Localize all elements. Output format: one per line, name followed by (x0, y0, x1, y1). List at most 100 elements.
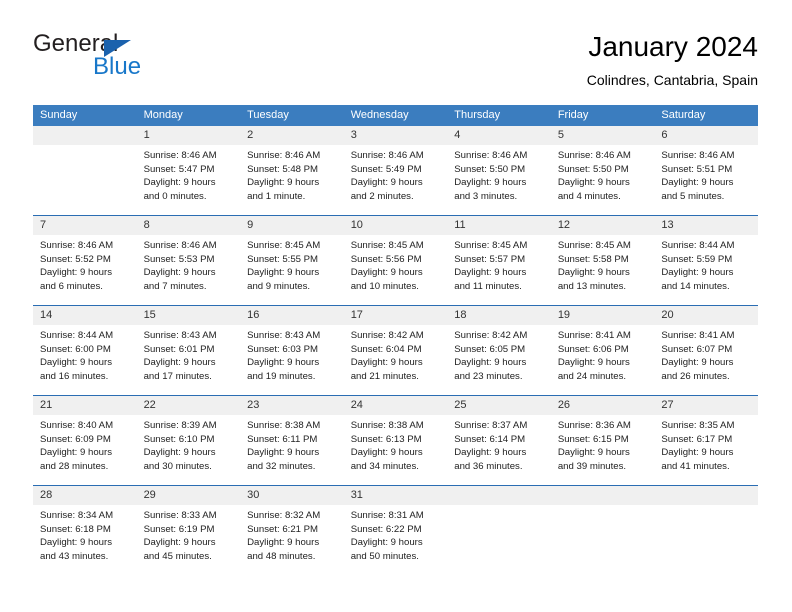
day-cell[interactable]: 22 Sunrise: 8:39 AM Sunset: 6:10 PM Dayl… (136, 395, 241, 486)
day-number: 15 (136, 306, 241, 325)
title-block: January 2024 Colindres, Cantabria, Spain (587, 30, 758, 90)
day-cell[interactable]: 29 Sunrise: 8:33 AM Sunset: 6:19 PM Dayl… (136, 485, 241, 575)
day-cell[interactable] (33, 126, 137, 216)
day-number: 7 (33, 216, 137, 235)
day-cell[interactable] (550, 485, 655, 575)
day-cell[interactable]: 20 Sunrise: 8:41 AM Sunset: 6:07 PM Dayl… (654, 305, 758, 396)
daylight-text-line2: and 6 minutes. (40, 280, 103, 292)
day-number: 26 (550, 396, 655, 415)
sunset-text: Sunset: 5:53 PM (143, 253, 215, 265)
sunrise-text: Sunrise: 8:45 AM (247, 240, 321, 251)
day-info: Sunrise: 8:45 AM Sunset: 5:55 PM Dayligh… (240, 235, 344, 293)
daylight-text-line2: and 0 minutes. (143, 190, 207, 202)
daylight-text-line2: and 13 minutes. (557, 280, 627, 292)
sunrise-text: Sunrise: 8:44 AM (661, 240, 735, 251)
day-cell[interactable]: 27 Sunrise: 8:35 AM Sunset: 6:17 PM Dayl… (654, 395, 758, 486)
sunrise-text: Sunrise: 8:39 AM (143, 420, 217, 431)
sunset-text: Sunset: 6:21 PM (247, 523, 319, 535)
day-cell[interactable]: 12 Sunrise: 8:45 AM Sunset: 5:58 PM Dayl… (550, 215, 655, 306)
day-number: 27 (654, 396, 758, 415)
day-cell[interactable]: 6 Sunrise: 8:46 AM Sunset: 5:51 PM Dayli… (654, 126, 758, 216)
calendar-week-row: 14 Sunrise: 8:44 AM Sunset: 6:00 PM Dayl… (33, 305, 758, 396)
day-cell[interactable]: 4 Sunrise: 8:46 AM Sunset: 5:50 PM Dayli… (447, 126, 551, 216)
sunrise-text: Sunrise: 8:44 AM (40, 330, 114, 341)
day-info (447, 505, 551, 509)
day-cell[interactable]: 19 Sunrise: 8:41 AM Sunset: 6:06 PM Dayl… (550, 305, 655, 396)
daylight-text-line1: Daylight: 9 hours (247, 177, 320, 188)
sunrise-text: Sunrise: 8:40 AM (40, 420, 114, 431)
day-cell[interactable]: 13 Sunrise: 8:44 AM Sunset: 5:59 PM Dayl… (654, 215, 758, 306)
sunset-text: Sunset: 6:06 PM (557, 343, 629, 355)
sunset-text: Sunset: 5:51 PM (661, 163, 733, 175)
day-cell[interactable]: 3 Sunrise: 8:46 AM Sunset: 5:49 PM Dayli… (343, 126, 448, 216)
daylight-text-line1: Daylight: 9 hours (350, 447, 423, 458)
sunset-text: Sunset: 5:55 PM (247, 253, 319, 265)
sunset-text: Sunset: 5:49 PM (350, 163, 422, 175)
day-cell[interactable]: 7 Sunrise: 8:46 AM Sunset: 5:52 PM Dayli… (33, 215, 137, 306)
day-cell[interactable]: 11 Sunrise: 8:45 AM Sunset: 5:57 PM Dayl… (447, 215, 551, 306)
day-info: Sunrise: 8:40 AM Sunset: 6:09 PM Dayligh… (33, 415, 137, 473)
day-cell[interactable]: 30 Sunrise: 8:32 AM Sunset: 6:21 PM Dayl… (240, 485, 344, 575)
day-cell[interactable]: 1 Sunrise: 8:46 AM Sunset: 5:47 PM Dayli… (136, 126, 241, 216)
day-number: 30 (240, 486, 344, 505)
day-cell[interactable] (654, 485, 758, 575)
weekday-header-wednesday: Wednesday (343, 105, 448, 126)
day-cell[interactable]: 9 Sunrise: 8:45 AM Sunset: 5:55 PM Dayli… (240, 215, 344, 306)
day-cell[interactable]: 17 Sunrise: 8:42 AM Sunset: 6:04 PM Dayl… (343, 305, 448, 396)
calendar-week-row: 28 Sunrise: 8:34 AM Sunset: 6:18 PM Dayl… (33, 485, 758, 575)
sunset-text: Sunset: 6:10 PM (143, 433, 215, 445)
day-cell[interactable]: 31 Sunrise: 8:31 AM Sunset: 6:22 PM Dayl… (343, 485, 448, 575)
daylight-text-line2: and 4 minutes. (557, 190, 621, 202)
sunrise-text: Sunrise: 8:38 AM (350, 420, 424, 431)
day-number: 14 (33, 306, 137, 325)
day-cell[interactable]: 8 Sunrise: 8:46 AM Sunset: 5:53 PM Dayli… (136, 215, 241, 306)
day-cell[interactable] (447, 485, 551, 575)
sunset-text: Sunset: 6:14 PM (454, 433, 526, 445)
daylight-text-line2: and 24 minutes. (557, 370, 627, 382)
day-cell[interactable]: 21 Sunrise: 8:40 AM Sunset: 6:09 PM Dayl… (33, 395, 137, 486)
day-cell[interactable]: 15 Sunrise: 8:43 AM Sunset: 6:01 PM Dayl… (136, 305, 241, 396)
sunset-text: Sunset: 5:56 PM (350, 253, 422, 265)
day-info (33, 145, 137, 149)
sunrise-text: Sunrise: 8:46 AM (143, 240, 217, 251)
day-number: 13 (654, 216, 758, 235)
sunrise-text: Sunrise: 8:45 AM (350, 240, 424, 251)
day-cell[interactable]: 2 Sunrise: 8:46 AM Sunset: 5:48 PM Dayli… (240, 126, 344, 216)
day-cell[interactable]: 23 Sunrise: 8:38 AM Sunset: 6:11 PM Dayl… (240, 395, 344, 486)
location-subtitle: Colindres, Cantabria, Spain (586, 72, 758, 88)
day-cell[interactable]: 24 Sunrise: 8:38 AM Sunset: 6:13 PM Dayl… (343, 395, 448, 486)
sunset-text: Sunset: 5:50 PM (454, 163, 526, 175)
daylight-text-line1: Daylight: 9 hours (454, 267, 527, 278)
day-cell[interactable]: 28 Sunrise: 8:34 AM Sunset: 6:18 PM Dayl… (33, 485, 137, 575)
sunset-text: Sunset: 5:58 PM (557, 253, 629, 265)
daylight-text-line1: Daylight: 9 hours (247, 537, 320, 548)
day-number (33, 126, 137, 145)
weekday-header-row: Sunday Monday Tuesday Wednesday Thursday… (33, 105, 758, 126)
day-info: Sunrise: 8:46 AM Sunset: 5:52 PM Dayligh… (33, 235, 137, 293)
daylight-text-line2: and 41 minutes. (661, 460, 730, 472)
day-info: Sunrise: 8:33 AM Sunset: 6:19 PM Dayligh… (137, 505, 241, 563)
day-cell[interactable]: 18 Sunrise: 8:42 AM Sunset: 6:05 PM Dayl… (447, 305, 551, 396)
sunrise-text: Sunrise: 8:35 AM (661, 420, 735, 431)
day-cell[interactable]: 14 Sunrise: 8:44 AM Sunset: 6:00 PM Dayl… (33, 305, 137, 396)
daylight-text-line2: and 7 minutes. (143, 280, 207, 292)
day-cell[interactable]: 10 Sunrise: 8:45 AM Sunset: 5:56 PM Dayl… (343, 215, 448, 306)
day-cell[interactable]: 26 Sunrise: 8:36 AM Sunset: 6:15 PM Dayl… (550, 395, 655, 486)
daylight-text-line2: and 23 minutes. (454, 370, 523, 382)
day-cell[interactable]: 16 Sunrise: 8:43 AM Sunset: 6:03 PM Dayl… (240, 305, 344, 396)
day-cell[interactable]: 25 Sunrise: 8:37 AM Sunset: 6:14 PM Dayl… (447, 395, 551, 486)
day-info: Sunrise: 8:31 AM Sunset: 6:22 PM Dayligh… (344, 505, 448, 563)
weekday-header-monday: Monday (136, 105, 241, 126)
weekday-header-thursday: Thursday (447, 105, 551, 126)
daylight-text-line2: and 48 minutes. (247, 550, 316, 562)
sunrise-text: Sunrise: 8:45 AM (454, 240, 528, 251)
day-info: Sunrise: 8:45 AM Sunset: 5:57 PM Dayligh… (447, 235, 551, 293)
sunset-text: Sunset: 6:03 PM (247, 343, 319, 355)
weekday-header-saturday: Saturday (654, 105, 758, 126)
sunrise-text: Sunrise: 8:46 AM (661, 150, 735, 161)
day-cell[interactable]: 5 Sunrise: 8:46 AM Sunset: 5:50 PM Dayli… (550, 126, 655, 216)
daylight-text-line1: Daylight: 9 hours (143, 447, 216, 458)
sunrise-text: Sunrise: 8:41 AM (661, 330, 735, 341)
daylight-text-line1: Daylight: 9 hours (40, 537, 112, 548)
day-number (654, 486, 758, 505)
